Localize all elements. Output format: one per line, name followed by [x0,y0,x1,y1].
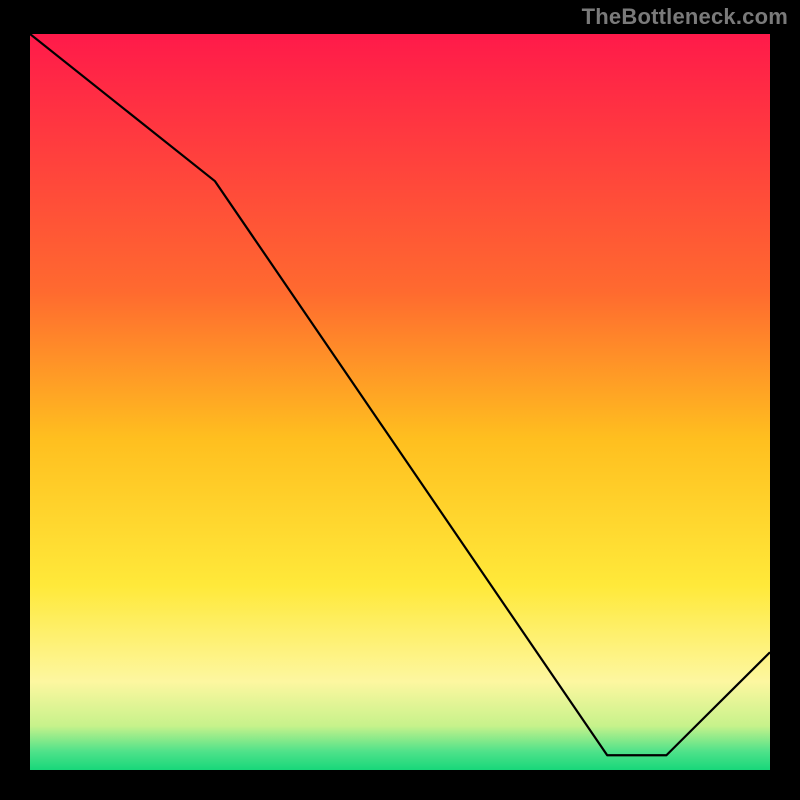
gradient-background [30,34,770,770]
chart-svg [30,34,770,770]
chart-container: TheBottleneck.com [0,0,800,800]
plot-area [30,34,770,770]
attribution-text: TheBottleneck.com [582,4,788,30]
